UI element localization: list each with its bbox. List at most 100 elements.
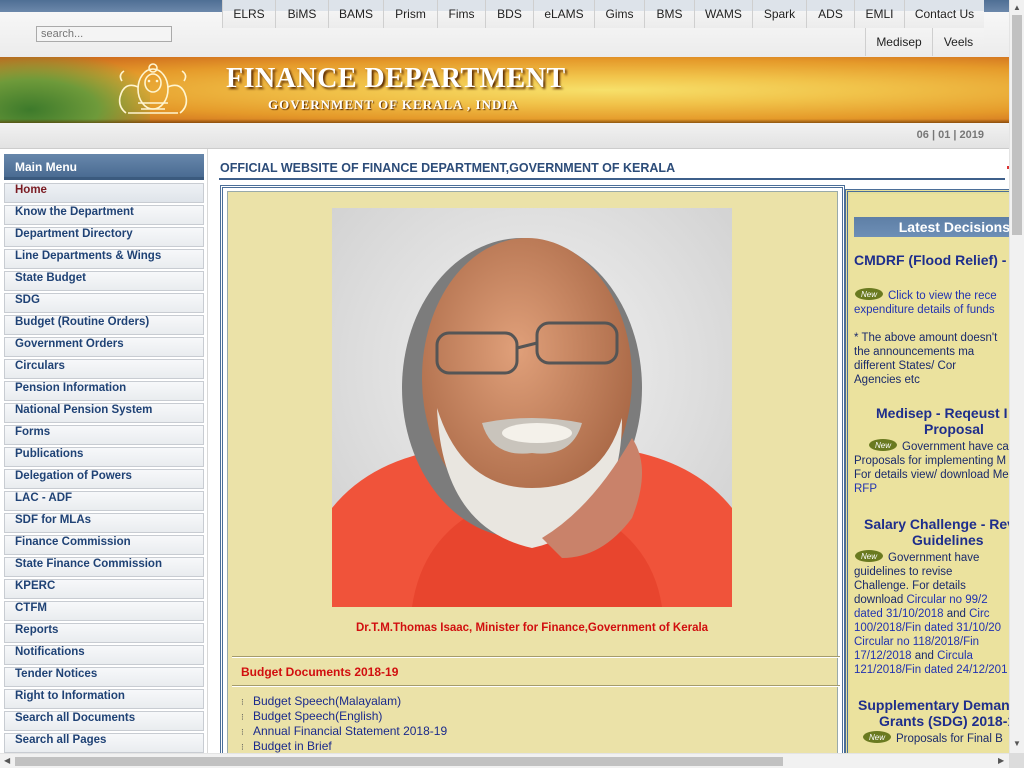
menu-item-publications[interactable]: Publications — [4, 447, 204, 467]
horizontal-scroll-thumb[interactable] — [15, 757, 783, 766]
salary-challenge-heading-2[interactable]: Guidelines — [912, 532, 984, 548]
scroll-left-arrow-icon[interactable]: ◀ — [4, 756, 10, 765]
budget-link-annual-financial-statement[interactable]: ⁝ Annual Financial Statement 2018-19 — [241, 724, 821, 739]
menu-item-sdf-for-mlas[interactable]: SDF for MLAs — [4, 513, 204, 533]
medisep-rfp-link[interactable]: RFP — [854, 483, 877, 495]
menu-item-search-all-pages[interactable]: Search all Pages — [4, 733, 204, 753]
vertical-scroll-thumb[interactable] — [1012, 15, 1022, 235]
circular-118-link[interactable]: Circular no 118/2018/Fin — [854, 636, 979, 648]
budget-documents-heading: Budget Documents 2018-19 — [241, 665, 399, 679]
main-menu: Home Know the Department Department Dire… — [4, 183, 204, 755]
bullet-icon: ⁝ — [241, 712, 244, 722]
budget-links-list: ⁝ Budget Speech(Malayalam) ⁝ Budget Speech… — [241, 694, 821, 754]
top-navigation-bar: ELRS BiMS BAMS Prism Fims BDS eLAMS Gims… — [0, 0, 1009, 57]
menu-item-notifications[interactable]: Notifications — [4, 645, 204, 665]
kerala-emblem-logo — [118, 63, 188, 114]
minister-photo — [332, 208, 732, 607]
svg-text:New: New — [875, 441, 892, 450]
sidebar: Main Menu Home Know the Department Depar… — [0, 149, 208, 756]
search-input[interactable] — [36, 26, 172, 42]
menu-item-line-departments[interactable]: Line Departments & Wings — [4, 249, 204, 269]
menu-item-home[interactable]: Home — [4, 183, 204, 203]
menu-item-national-pension-system[interactable]: National Pension System — [4, 403, 204, 423]
main-menu-heading: Main Menu — [4, 154, 204, 180]
nav-link-elrs[interactable]: ELRS — [222, 0, 275, 28]
banner-title: FINANCE DEPARTMENT — [226, 63, 566, 94]
cmdrf-link[interactable]: Click to view the rece — [888, 290, 997, 302]
page-title: OFFICIAL WEBSITE OF FINANCE DEPARTMENT,G… — [220, 161, 676, 175]
nav-link-veels[interactable]: Veels — [932, 28, 984, 56]
nav-link-medisep[interactable]: Medisep — [865, 28, 932, 56]
menu-item-reports[interactable]: Reports — [4, 623, 204, 643]
nav-link-elams[interactable]: eLAMS — [533, 0, 594, 28]
latest-decisions-heading: Latest Decisions — [854, 217, 1009, 237]
scroll-up-arrow-icon[interactable]: ▲ — [1013, 3, 1021, 12]
menu-item-department-directory[interactable]: Department Directory — [4, 227, 204, 247]
new-badge-icon: New — [863, 731, 891, 743]
title-underline — [219, 178, 1005, 180]
salary-challenge-text: New Government have guidelines to revise … — [854, 549, 1009, 677]
menu-item-tender-notices[interactable]: Tender Notices — [4, 667, 204, 687]
medisep-heading[interactable]: Medisep - Reqeust I — [876, 405, 1007, 421]
sdg-heading-2[interactable]: Grants (SDG) 2018-1 — [879, 713, 1009, 729]
horizontal-scrollbar[interactable]: ◀ ▶ — [0, 753, 1024, 768]
cmdrf-heading[interactable]: CMDRF (Flood Relief) - — [854, 252, 1006, 268]
bullet-icon: ⁝ — [241, 742, 244, 752]
budget-link-speech-malayalam[interactable]: ⁝ Budget Speech(Malayalam) — [241, 694, 821, 709]
menu-item-know-the-department[interactable]: Know the Department — [4, 205, 204, 225]
scroll-right-arrow-icon[interactable]: ▶ — [998, 756, 1004, 765]
circular-100-link[interactable]: Circ — [969, 608, 989, 620]
new-badge-icon: New — [855, 288, 883, 300]
menu-item-ctfm[interactable]: CTFM — [4, 601, 204, 621]
nav-link-emli[interactable]: EMLI — [854, 0, 904, 28]
photo-caption: Dr.T.M.Thomas Isaac, Minister for Financ… — [355, 622, 709, 634]
header-banner: FINANCE DEPARTMENT GOVERNMENT OF KERALA … — [0, 57, 1009, 123]
menu-item-state-budget[interactable]: State Budget — [4, 271, 204, 291]
budget-link-budget-in-brief[interactable]: ⁝ Budget in Brief — [241, 739, 821, 754]
menu-item-delegation-of-powers[interactable]: Delegation of Powers — [4, 469, 204, 489]
menu-item-state-finance-commission[interactable]: State Finance Commission — [4, 557, 204, 577]
svg-text:New: New — [861, 290, 878, 299]
budget-link-speech-english[interactable]: ⁝ Budget Speech(English) — [241, 709, 821, 724]
menu-item-budget-routine-orders[interactable]: Budget (Routine Orders) — [4, 315, 204, 335]
salary-challenge-heading[interactable]: Salary Challenge - Rev — [864, 516, 1009, 532]
circular-121-link[interactable]: Circula — [937, 650, 973, 662]
current-date: 06 | 01 | 2019 — [916, 129, 984, 141]
menu-item-finance-commission[interactable]: Finance Commission — [4, 535, 204, 555]
menu-item-right-to-information[interactable]: Right to Information — [4, 689, 204, 709]
menu-item-circulars[interactable]: Circulars — [4, 359, 204, 379]
cmdrf-link-cont[interactable]: expenditure details of funds — [854, 304, 995, 316]
nav-link-spark[interactable]: Spark — [752, 0, 806, 28]
menu-item-pension-information[interactable]: Pension Information — [4, 381, 204, 401]
menu-item-sdg[interactable]: SDG — [4, 293, 204, 313]
page: ELRS BiMS BAMS Prism Fims BDS eLAMS Gims… — [0, 0, 1024, 768]
nav-link-gims[interactable]: Gims — [594, 0, 644, 28]
nav-link-bims[interactable]: BiMS — [275, 0, 328, 28]
sdg-heading[interactable]: Supplementary Deman — [858, 697, 1009, 713]
bullet-icon: ⁝ — [241, 727, 244, 737]
menu-item-kperc[interactable]: KPERC — [4, 579, 204, 599]
circular-99-link[interactable]: Circular no 99/2 — [906, 594, 987, 606]
menu-item-lac-adf[interactable]: LAC - ADF — [4, 491, 204, 511]
vertical-scrollbar[interactable]: ▲ ▼ — [1009, 0, 1024, 753]
nav-link-bms[interactable]: BMS — [644, 0, 694, 28]
nav-link-ads[interactable]: ADS — [806, 0, 854, 28]
nav-link-fims[interactable]: Fims — [437, 0, 485, 28]
menu-item-forms[interactable]: Forms — [4, 425, 204, 445]
menu-item-search-all-documents[interactable]: Search all Documents — [4, 711, 204, 731]
medisep-heading-2[interactable]: Proposal — [924, 421, 984, 437]
banner-subtitle: GOVERNMENT OF KERALA , INDIA — [268, 97, 519, 112]
divider — [232, 685, 840, 687]
menu-item-government-orders[interactable]: Government Orders — [4, 337, 204, 357]
nav-link-wams[interactable]: WAMS — [694, 0, 752, 28]
cmdrf-note-2: the announcements ma — [854, 346, 975, 358]
nav-link-bds[interactable]: BDS — [485, 0, 533, 28]
new-badge-icon: New — [855, 550, 883, 562]
nav-link-prism[interactable]: Prism — [383, 0, 437, 28]
svg-text:New: New — [869, 733, 886, 742]
nav-link-bams[interactable]: BAMS — [328, 0, 383, 28]
divider — [232, 656, 840, 658]
scroll-down-arrow-icon[interactable]: ▼ — [1013, 739, 1021, 748]
svg-text:New: New — [861, 552, 878, 561]
nav-link-contact-us[interactable]: Contact Us — [904, 0, 984, 28]
